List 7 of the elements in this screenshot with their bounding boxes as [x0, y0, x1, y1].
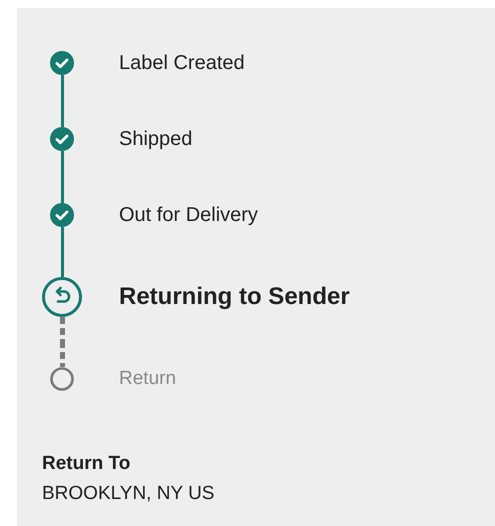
step-label: Out for Delivery — [119, 204, 258, 226]
step-label: Label Created — [119, 52, 245, 74]
step-label: Return — [119, 368, 176, 390]
step-label: Shipped — [119, 128, 192, 150]
return-address: BROOKLYN, NY US — [42, 483, 216, 505]
return-heading: Return To — [42, 453, 132, 475]
step-label: Returning to Sender — [119, 283, 350, 311]
